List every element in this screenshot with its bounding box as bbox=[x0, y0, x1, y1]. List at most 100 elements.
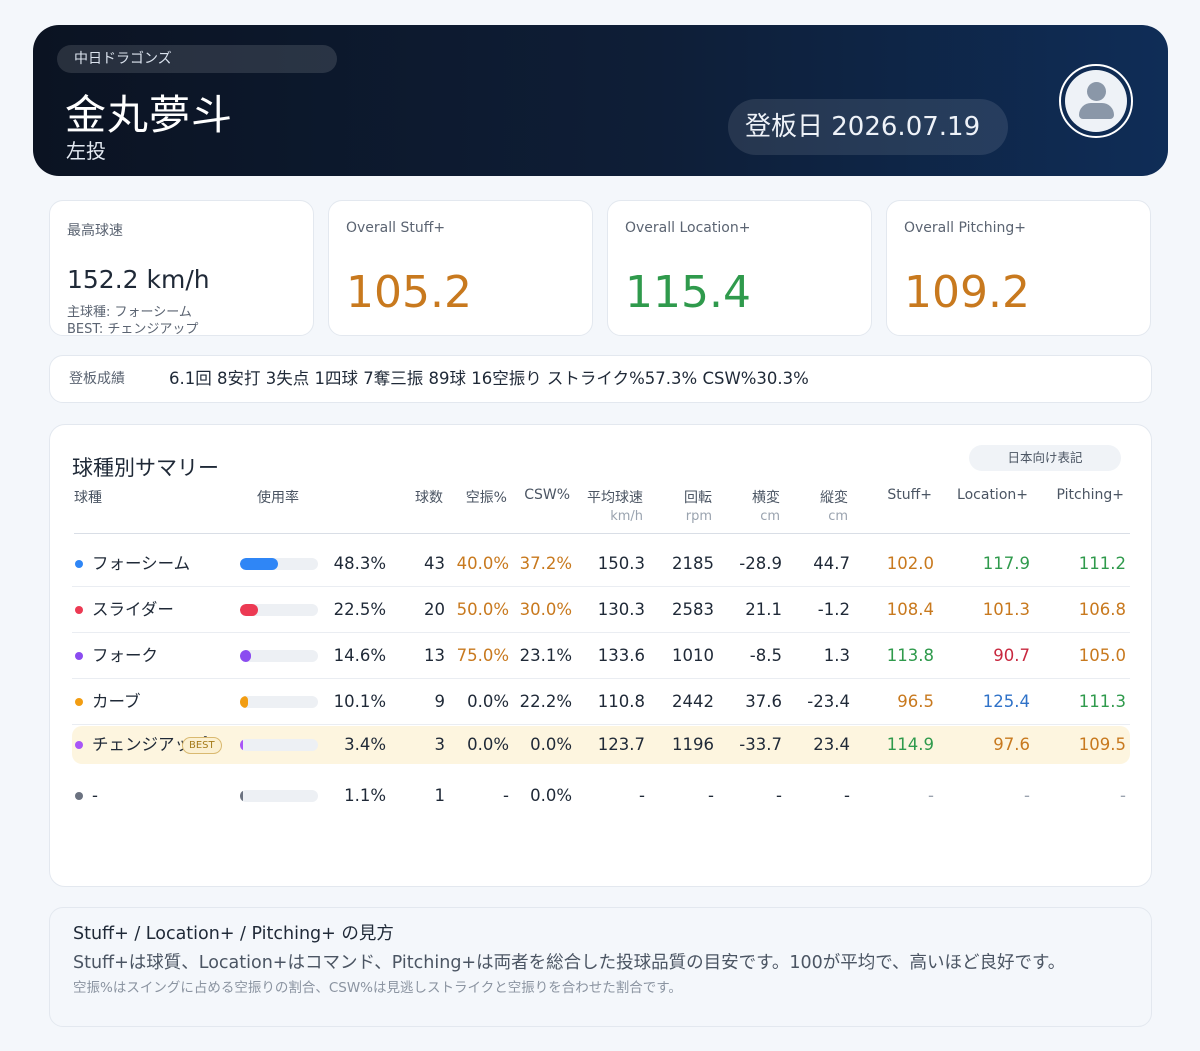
csw-pct: 37.2% bbox=[519, 554, 572, 573]
csw-pct: 0.0% bbox=[530, 735, 572, 754]
vertical-break: 44.7 bbox=[813, 554, 850, 573]
overall-stuff-value: 105.2 bbox=[346, 267, 472, 318]
best-badge: BEST bbox=[182, 737, 222, 754]
pitching-plus: 111.3 bbox=[1078, 692, 1126, 711]
pitch-row-fourseam[interactable]: フォーシーム 48.3% 43 40.0% 37.2% 150.3 2185 -… bbox=[72, 541, 1130, 587]
usage-bar-fill bbox=[240, 790, 243, 802]
pitching-plus: 109.5 bbox=[1078, 735, 1126, 754]
game-result-text: 6.1回 8安打 3失点 1四球 7奪三振 89球 16空振り ストライク%57… bbox=[169, 369, 809, 388]
top-speed-card: 最高球速 152.2 km/h 主球種: フォーシーム BEST: チェンジアッ… bbox=[49, 200, 314, 337]
spin-rate: 2583 bbox=[672, 600, 714, 619]
pitch-count: 20 bbox=[424, 600, 445, 619]
throwing-hand: 左投 bbox=[66, 139, 106, 163]
stuff-plus: 102.0 bbox=[886, 554, 934, 573]
spin-rate: 2185 bbox=[672, 554, 714, 573]
player-header: 中日ドラゴンズ 金丸夢斗 左投 登板日 2026.07.19 bbox=[33, 25, 1168, 176]
pitch-name: フォーシーム bbox=[92, 554, 191, 573]
avg-velo: 133.6 bbox=[597, 646, 645, 665]
whiff-pct: 0.0% bbox=[467, 735, 509, 754]
explanation-note: 空振%はスイングに占める空振りの割合、CSW%は見逃しストライクと空振りを合わせ… bbox=[73, 980, 682, 996]
usage-bar bbox=[240, 650, 318, 662]
col-header-pitch: 球種 bbox=[74, 490, 102, 506]
col-header-csw: CSW% bbox=[524, 487, 570, 503]
col-header-vbreak: 縦変 bbox=[820, 490, 848, 506]
usage-bar-fill bbox=[240, 650, 251, 662]
user-avatar-icon[interactable] bbox=[1059, 64, 1133, 138]
usage-bar-fill bbox=[240, 696, 248, 708]
usage-bar bbox=[240, 790, 318, 802]
pitch-row-other[interactable]: - 1.1% 1 - 0.0% - - - - - - - bbox=[72, 773, 1130, 819]
pitch-color-dot bbox=[75, 560, 83, 568]
pitch-row-fork[interactable]: フォーク 14.6% 13 75.0% 23.1% 133.6 1010 -8.… bbox=[72, 633, 1130, 679]
pitch-name: カーブ bbox=[92, 692, 141, 711]
pitching-plus: 106.8 bbox=[1078, 600, 1126, 619]
spin-rate: 1010 bbox=[672, 646, 714, 665]
pitch-row-curve[interactable]: カーブ 10.1% 9 0.0% 22.2% 110.8 2442 37.6 -… bbox=[72, 679, 1130, 725]
location-plus: 97.6 bbox=[993, 735, 1030, 754]
col-header-spin: 回転 bbox=[684, 490, 712, 506]
notation-toggle-button[interactable]: 日本向け表記 bbox=[969, 445, 1121, 471]
avatar-image bbox=[1065, 70, 1127, 132]
row-divider bbox=[72, 724, 1130, 725]
avatar-head-shape bbox=[1087, 82, 1106, 101]
pitch-name: フォーク bbox=[92, 646, 158, 665]
whiff-pct: 0.0% bbox=[467, 692, 509, 711]
vertical-break: 23.4 bbox=[813, 735, 850, 754]
usage-pct: 1.1% bbox=[344, 786, 386, 805]
pitch-row-slider[interactable]: スライダー 22.5% 20 50.0% 30.0% 130.3 2583 21… bbox=[72, 587, 1130, 633]
pitch-color-dot bbox=[75, 698, 83, 706]
horizontal-break: 21.1 bbox=[745, 600, 782, 619]
pitch-count: 1 bbox=[434, 786, 446, 805]
explanation-title: Stuff+ / Location+ / Pitching+ の見方 bbox=[73, 924, 394, 944]
overall-location-card: Overall Location+ 115.4 bbox=[607, 200, 872, 336]
spin-rate: 2442 bbox=[672, 692, 714, 711]
overall-stuff-card: Overall Stuff+ 105.2 bbox=[328, 200, 593, 336]
location-plus: - bbox=[1024, 786, 1030, 805]
csw-pct: 22.2% bbox=[519, 692, 572, 711]
location-plus: 125.4 bbox=[982, 692, 1030, 711]
col-unit-vbreak: cm bbox=[828, 509, 848, 524]
col-header-usage: 使用率 bbox=[257, 490, 299, 506]
pitch-summary-card: 球種別サマリー 日本向け表記 球種 使用率 球数 空振% CSW% 平均球速 k… bbox=[49, 424, 1152, 887]
spin-rate: 1196 bbox=[672, 735, 714, 754]
horizontal-break: -8.5 bbox=[749, 646, 782, 665]
col-header-location: Location+ bbox=[957, 487, 1028, 503]
horizontal-break: 37.6 bbox=[745, 692, 782, 711]
vertical-break: -1.2 bbox=[817, 600, 850, 619]
best-pitch-text: BEST: チェンジアップ bbox=[67, 322, 199, 337]
whiff-pct: 75.0% bbox=[456, 646, 509, 665]
game-result-bar: 登板成績 6.1回 8安打 3失点 1四球 7奪三振 89球 16空振り ストラ… bbox=[49, 355, 1152, 403]
pitching-plus: - bbox=[1120, 786, 1126, 805]
csw-pct: 23.1% bbox=[519, 646, 572, 665]
pitch-name: - bbox=[92, 786, 98, 805]
usage-bar bbox=[240, 739, 318, 751]
metric-explanation-card: Stuff+ / Location+ / Pitching+ の見方 Stuff… bbox=[49, 907, 1152, 1027]
horizontal-break: - bbox=[776, 786, 782, 805]
pitch-row-changeup[interactable]: チェンジアップ BEST 3.4% 3 0.0% 0.0% 123.7 1196… bbox=[72, 726, 1130, 764]
stuff-plus: 108.4 bbox=[886, 600, 934, 619]
stuff-plus: 96.5 bbox=[897, 692, 934, 711]
usage-bar-fill bbox=[240, 558, 278, 570]
pitching-plus: 105.0 bbox=[1078, 646, 1126, 665]
summary-title: 球種別サマリー bbox=[72, 456, 219, 480]
col-header-hbreak: 横変 bbox=[752, 490, 780, 506]
csw-pct: 0.0% bbox=[530, 786, 572, 805]
avg-velo: 150.3 bbox=[597, 554, 645, 573]
overall-stuff-label: Overall Stuff+ bbox=[346, 220, 446, 236]
pitch-count: 13 bbox=[424, 646, 445, 665]
location-plus: 101.3 bbox=[982, 600, 1030, 619]
overall-pitching-value: 109.2 bbox=[904, 267, 1030, 318]
overall-location-value: 115.4 bbox=[625, 267, 751, 318]
player-name: 金丸夢斗 bbox=[65, 91, 233, 139]
usage-pct: 3.4% bbox=[344, 735, 386, 754]
usage-bar bbox=[240, 696, 318, 708]
vertical-break: - bbox=[844, 786, 850, 805]
avg-velo: 130.3 bbox=[597, 600, 645, 619]
game-date: 登板日 2026.07.19 bbox=[728, 99, 1008, 155]
pitch-color-dot bbox=[75, 792, 83, 800]
usage-pct: 48.3% bbox=[333, 554, 386, 573]
col-unit-spin: rpm bbox=[685, 509, 712, 524]
avg-velo: - bbox=[639, 786, 645, 805]
col-header-pitching: Pitching+ bbox=[1056, 487, 1124, 503]
usage-pct: 22.5% bbox=[333, 600, 386, 619]
